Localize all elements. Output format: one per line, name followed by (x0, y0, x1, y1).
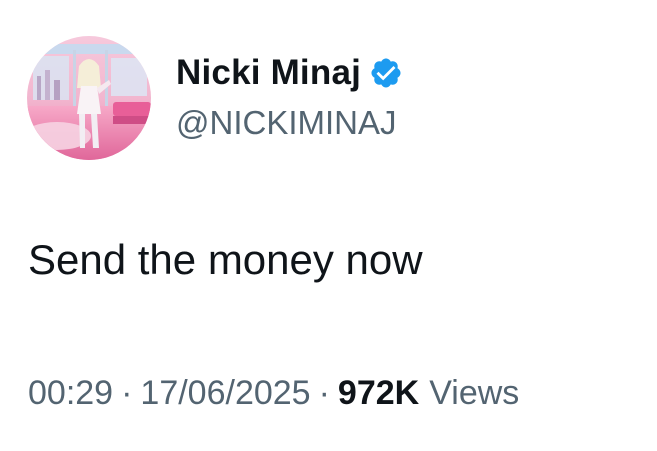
author-name-row: Nicki Minaj (176, 53, 403, 93)
avatar-image (27, 36, 151, 160)
tweet-text: Send the money now (28, 236, 423, 283)
meta-separator: · (121, 374, 133, 412)
tweet-date[interactable]: 17/06/2025 (140, 374, 310, 413)
verified-badge-icon (369, 56, 403, 90)
author-display-name[interactable]: Nicki Minaj (176, 53, 361, 93)
views-count: 972K (337, 374, 420, 412)
profile-avatar[interactable] (27, 36, 151, 160)
tweet-meta: 00:29 · 17/06/2025 · 972K Views (28, 374, 519, 413)
views-label: Views (429, 374, 520, 412)
meta-separator: · (318, 374, 330, 412)
tweet-card: Nicki Minaj @NICKIMINAJ Send the money n… (0, 0, 657, 451)
author-handle[interactable]: @NICKIMINAJ (176, 104, 397, 142)
tweet-time[interactable]: 00:29 (28, 374, 113, 413)
